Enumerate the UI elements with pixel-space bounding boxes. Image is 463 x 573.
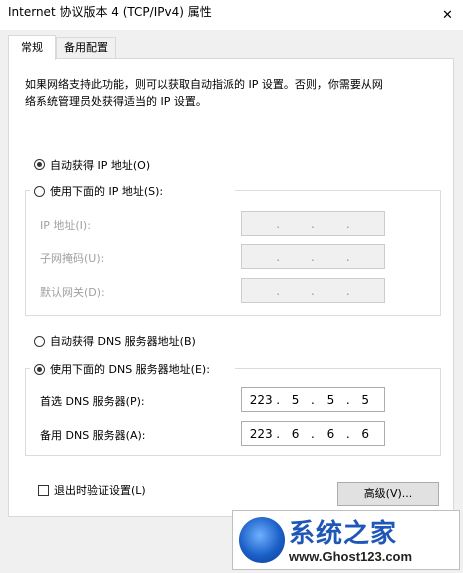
subnet-mask-label: 子网掩码(U): <box>40 252 105 265</box>
subnet-mask-field[interactable]: ... <box>241 244 385 269</box>
alternate-dns-field[interactable]: 223. 6. 6. 6 <box>241 421 385 446</box>
watermark: 系统之家 www.Ghost123.com <box>232 510 460 570</box>
radio-manual-ip[interactable] <box>34 186 45 197</box>
description-text: 如果网络支持此功能，则可以获取自动指派的 IP 设置。否则，你需要从网 络系统管… <box>25 78 383 108</box>
validate-on-exit-label[interactable]: 退出时验证设置(L) <box>54 482 146 498</box>
auto-dns-label[interactable]: 自动获得 DNS 服务器地址(B) <box>50 333 196 349</box>
alternate-dns-label: 备用 DNS 服务器(A): <box>40 429 146 442</box>
default-gateway-field[interactable]: ... <box>241 278 385 303</box>
watermark-logo-icon <box>239 517 285 563</box>
advanced-button[interactable]: 高级(V)... <box>337 482 439 506</box>
radio-auto-dns[interactable] <box>34 336 45 347</box>
ip-address-label: IP 地址(I): <box>40 219 91 232</box>
auto-ip-label[interactable]: 自动获得 IP 地址(O) <box>50 157 150 173</box>
tab-alternate-config[interactable]: 备用配置 <box>56 37 116 58</box>
default-gateway-label: 默认网关(D): <box>40 286 105 299</box>
window-title: Internet 协议版本 4 (TCP/IPv4) 属性 <box>8 5 212 19</box>
radio-manual-dns[interactable] <box>34 364 45 375</box>
watermark-title: 系统之家 <box>289 519 398 549</box>
validate-on-exit-checkbox[interactable] <box>38 485 49 496</box>
tab-general[interactable]: 常规 <box>8 35 56 60</box>
preferred-dns-label: 首选 DNS 服务器(P): <box>40 395 145 408</box>
ip-address-field[interactable]: ... <box>241 211 385 236</box>
watermark-url: www.Ghost123.com <box>289 549 413 564</box>
radio-auto-ip[interactable] <box>34 159 45 170</box>
preferred-dns-field[interactable]: 223. 5. 5. 5 <box>241 387 385 412</box>
manual-ip-label[interactable]: 使用下面的 IP 地址(S): <box>50 183 163 199</box>
manual-dns-label[interactable]: 使用下面的 DNS 服务器地址(E): <box>50 361 210 377</box>
close-icon[interactable]: ✕ <box>432 0 463 30</box>
